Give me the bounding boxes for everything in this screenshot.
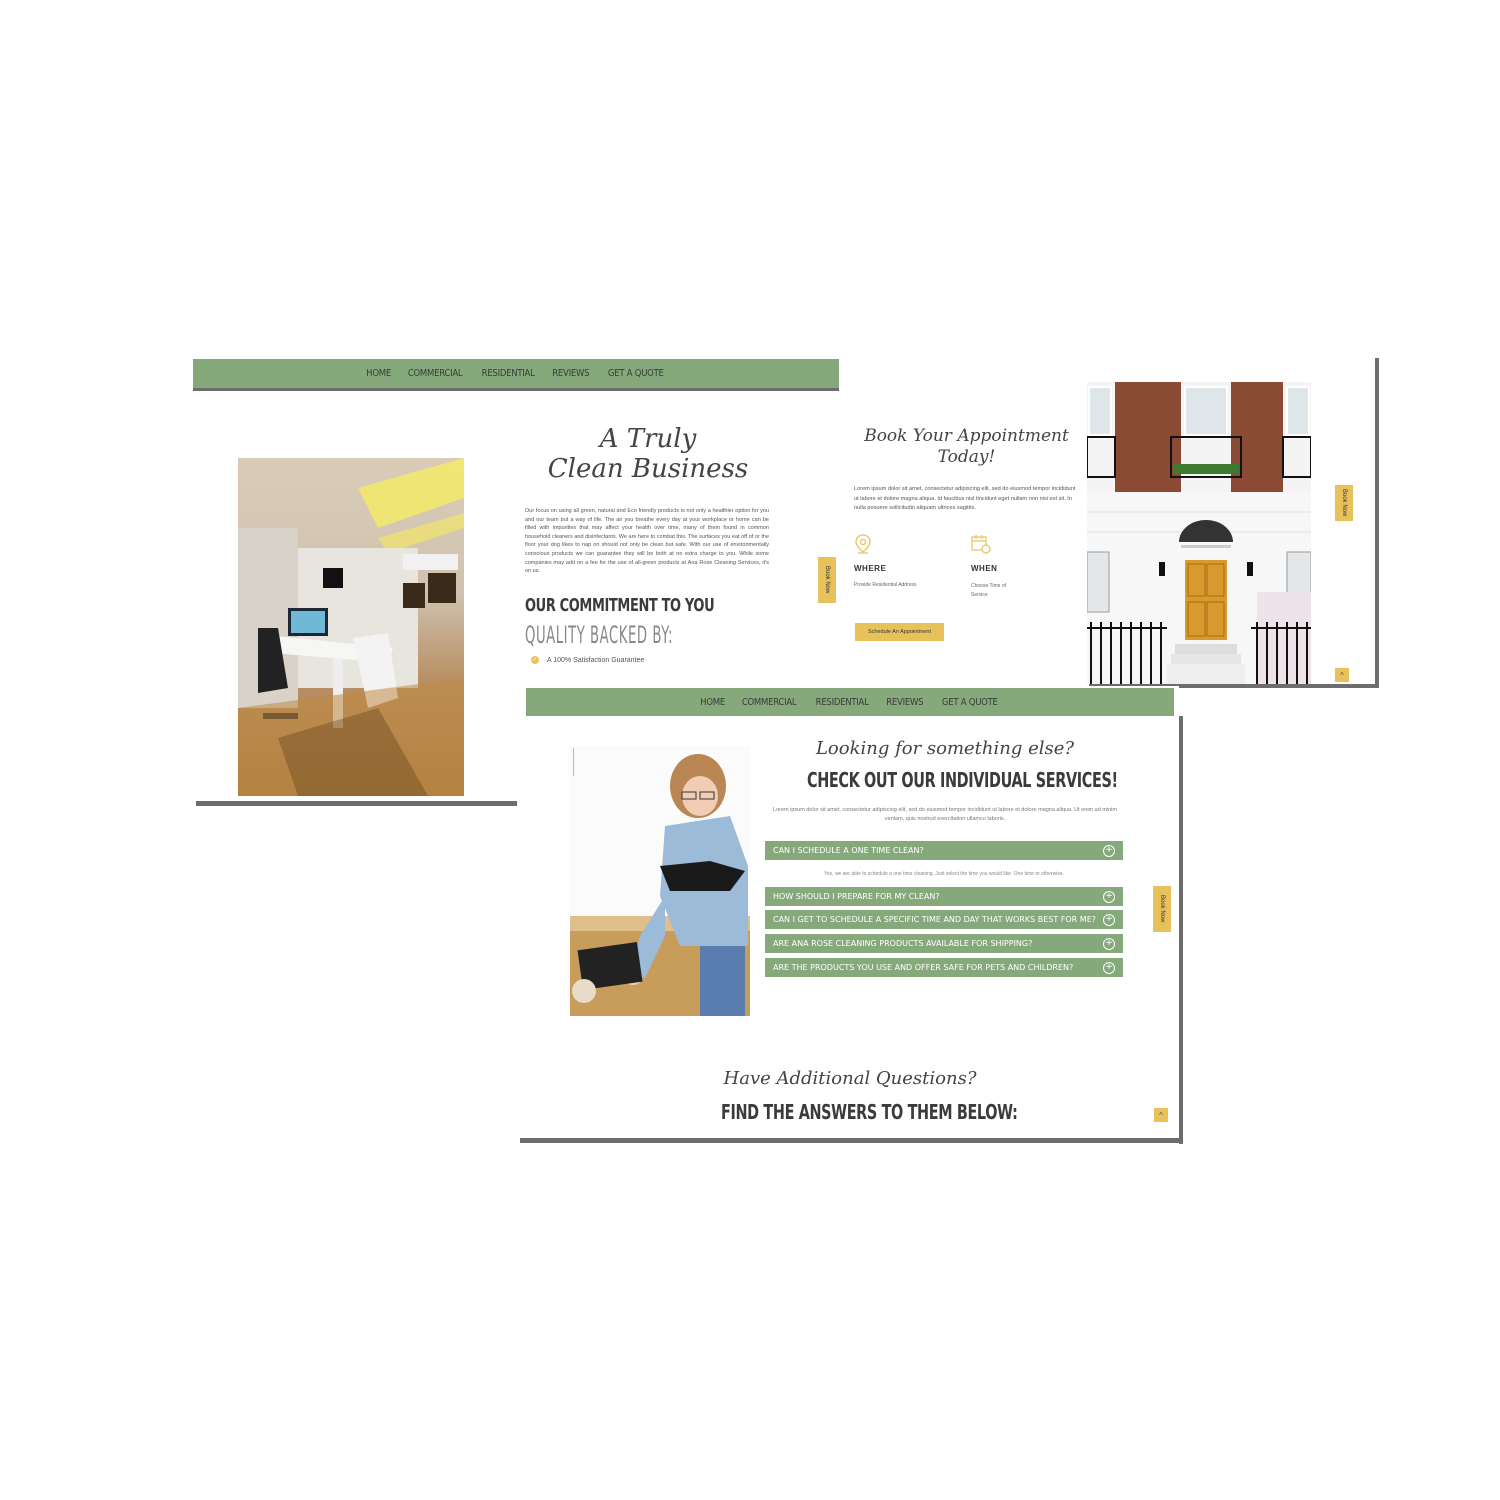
heading-line-2: Today! <box>937 447 996 467</box>
thin-line-decoration <box>573 748 574 776</box>
main-nav: Home Commercial Residential Reviews Get … <box>526 688 1174 716</box>
faq-item-shipping[interactable]: Are Ana Rose Cleaning products available… <box>765 934 1123 955</box>
book-now-tab[interactable]: Book Now <box>1335 485 1353 521</box>
nav-get-a-quote[interactable]: Get A Quote <box>942 697 998 708</box>
when-text-line-2: Service <box>971 592 988 598</box>
plus-circle-icon: + <box>1103 845 1115 857</box>
book-appointment-heading: Book Your Appointment Today! <box>854 426 1079 468</box>
plus-circle-icon: + <box>1103 914 1115 926</box>
find-answers-title: FIND THE ANSWERS TO THEM BELOW: <box>721 1100 1018 1124</box>
plus-circle-icon: + <box>1103 891 1115 903</box>
when-text: Choose Time of Service <box>971 582 1006 600</box>
panel-shadow <box>196 801 517 806</box>
chevron-up-icon: ^ <box>1159 1110 1163 1120</box>
check-circle-icon: ✓ <box>531 656 539 664</box>
panel-shadow-right <box>1179 716 1183 1144</box>
quality-title: QUALITY BACKED BY: <box>525 621 674 649</box>
woman-illustration <box>570 754 750 1016</box>
looking-heading: Looking for something else? <box>815 738 1075 759</box>
additional-questions-heading: Have Additional Questions? <box>723 1068 977 1089</box>
heading-line-1: Book Your Appointment <box>864 426 1069 446</box>
location-pin-icon <box>855 534 871 554</box>
office-illustration <box>238 458 464 796</box>
faq-question: How should I prepare for my clean? <box>773 892 940 901</box>
heading-line-1: A Truly <box>599 424 697 454</box>
heading-line-2: Clean Business <box>547 454 749 484</box>
faq-item-pets-children[interactable]: Are the products you use and offer safe … <box>765 958 1123 979</box>
nav-residential[interactable]: Residential <box>482 368 535 379</box>
when-text-line-1: Choose Time of <box>971 583 1007 589</box>
townhouse-photo <box>1087 382 1311 684</box>
screenshot-panel-services: Home Commercial Residential Reviews Get … <box>520 686 1183 1144</box>
plus-circle-icon: + <box>1103 938 1115 950</box>
chevron-up-icon: ^ <box>1340 670 1344 680</box>
panel-shadow-bottom <box>520 1138 1183 1143</box>
screenshot-panel-book-appointment: Book Your Appointment Today! Lorem ipsum… <box>839 354 1379 688</box>
faq-question: Are the products you use and offer safe … <box>773 963 1074 972</box>
office-photo <box>238 458 464 796</box>
plus-circle-icon: + <box>1103 962 1115 974</box>
where-title: WHERE <box>854 564 887 573</box>
calendar-icon <box>971 534 991 554</box>
faq-item-one-time-clean[interactable]: Can I schedule a one time clean? + <box>765 841 1123 862</box>
services-paragraph: Lorem ipsum dolor sit amet, consectetur … <box>773 807 1117 822</box>
woman-phone-photo <box>570 746 750 1016</box>
nav-home[interactable]: Home <box>700 697 725 708</box>
faq-question: Are Ana Rose Cleaning products available… <box>773 939 1033 948</box>
where-text: Provide Residential Address <box>854 582 917 588</box>
faq-question: Can I schedule a one time clean? <box>773 846 924 855</box>
nav-get-a-quote[interactable]: Get A Quote <box>608 368 664 379</box>
nav-home[interactable]: Home <box>366 368 391 379</box>
when-title: WHEN <box>971 564 998 573</box>
faq-question: Can I get to schedule a specific time an… <box>773 915 1096 924</box>
faq-item-specific-time[interactable]: Can I get to schedule a specific time an… <box>765 910 1123 931</box>
services-title: CHECK OUT OUR INDIVIDUAL SERVICES! <box>807 768 1118 792</box>
guarantee-bullet: ✓ A 100% Satisfaction Guarantee <box>531 656 644 664</box>
scroll-to-top-button[interactable]: ^ <box>1335 668 1349 682</box>
book-now-tab[interactable]: Book Now <box>818 557 836 603</box>
nav-reviews[interactable]: Reviews <box>887 697 924 708</box>
nav-commercial[interactable]: Commercial <box>408 368 463 379</box>
heading-a-truly: A Truly Clean Business <box>523 424 773 484</box>
schedule-appointment-button[interactable]: Schedule An Appointment <box>855 623 944 641</box>
nav-commercial[interactable]: Commercial <box>742 697 797 708</box>
main-nav: Home Commercial Residential Reviews Get … <box>193 359 839 391</box>
faq-item-prepare[interactable]: How should I prepare for my clean? + <box>765 887 1123 908</box>
intro-paragraph: Our focus on using all green, natural an… <box>525 508 769 575</box>
scroll-to-top-button[interactable]: ^ <box>1154 1108 1168 1122</box>
townhouse-illustration <box>1087 382 1311 684</box>
guarantee-text: A 100% Satisfaction Guarantee <box>547 656 645 664</box>
commitment-title: OUR COMMITMENT TO YOU <box>525 595 715 616</box>
panel-shadow-right <box>1375 358 1379 688</box>
nav-reviews[interactable]: Reviews <box>553 368 590 379</box>
appointment-paragraph: Lorem ipsum dolor sit amet, consectetur … <box>854 486 1076 511</box>
book-now-tab[interactable]: Book Now <box>1153 886 1171 932</box>
faq-answer: Yes, we are able to schedule a one time … <box>824 871 1064 877</box>
nav-residential[interactable]: Residential <box>816 697 869 708</box>
